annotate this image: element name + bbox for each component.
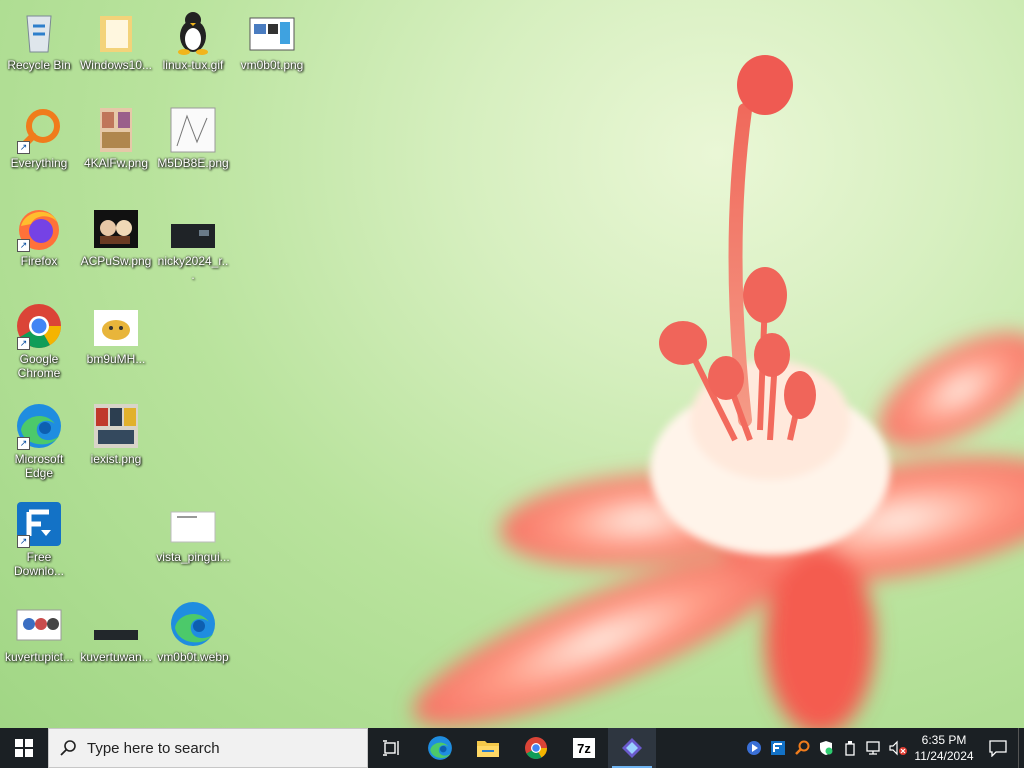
task-view-icon xyxy=(383,740,399,756)
desktop-icon-nicky2024[interactable]: nicky2024_r... xyxy=(154,204,232,282)
desktop-icon-windows10-folder[interactable]: Windows10... xyxy=(77,8,155,72)
free-download-manager-icon: ↗ xyxy=(15,500,63,548)
desktop-icon-m5db8e-png[interactable]: M5DB8E.png xyxy=(154,106,232,170)
taskbar-running-app-button[interactable] xyxy=(608,728,656,768)
desktop-icon-recycle-bin[interactable]: Recycle Bin xyxy=(0,8,78,72)
system-tray: 6:35 PM 11/24/2024 xyxy=(742,728,1024,768)
shield-icon xyxy=(820,741,833,755)
image-thumbnail-icon xyxy=(92,204,140,252)
folder-icon xyxy=(92,8,140,56)
usb-drive-icon xyxy=(845,741,855,756)
edge-icon xyxy=(169,600,217,648)
desktop-icon-linux-tux[interactable]: linux-tux.gif xyxy=(154,8,232,72)
image-thumbnail-icon xyxy=(92,600,140,648)
taskbar-7zip-button[interactable]: 7z xyxy=(560,728,608,768)
taskbar-clock[interactable]: 6:35 PM 11/24/2024 xyxy=(910,732,978,764)
show-desktop-button[interactable] xyxy=(1018,728,1024,768)
edge-icon xyxy=(428,736,452,760)
tux-penguin-icon xyxy=(169,8,217,56)
taskbar-file-explorer-button[interactable] xyxy=(464,728,512,768)
play-circle-icon xyxy=(747,741,761,755)
chrome-icon: ↗ xyxy=(15,302,63,350)
notification-center-button[interactable] xyxy=(978,728,1018,768)
tray-security-icon[interactable] xyxy=(814,728,838,768)
desktop-icon-acpusw-png[interactable]: ACPuSw.png xyxy=(77,204,155,268)
desktop-icon-4kalfw-png[interactable]: 4KAlFw.png xyxy=(77,106,155,170)
taskbar-search-box[interactable]: Type here to search xyxy=(48,728,368,768)
image-thumbnail-icon xyxy=(169,106,217,154)
shortcut-arrow-icon: ↗ xyxy=(17,141,30,154)
task-view-button[interactable] xyxy=(368,728,416,768)
start-button[interactable] xyxy=(0,728,48,768)
taskbar-chrome-button[interactable] xyxy=(512,728,560,768)
image-thumbnail-icon xyxy=(92,402,140,450)
desktop-icon-iexist-png[interactable]: iexist.png xyxy=(77,402,155,466)
7zip-icon: 7z xyxy=(573,738,595,758)
tray-usb-icon[interactable] xyxy=(838,728,862,768)
desktop-icon-firefox[interactable]: ↗ Firefox xyxy=(0,204,78,268)
recycle-bin-icon xyxy=(15,8,63,56)
free-download-manager-icon xyxy=(771,741,785,755)
desktop-icon-google-chrome[interactable]: ↗ Google Chrome xyxy=(0,302,78,380)
tray-network-icon[interactable] xyxy=(862,728,886,768)
desktop-icon-vista-pingui[interactable]: vista_pingui... xyxy=(154,500,232,564)
desktop-icon-vm0b0t-webp[interactable]: vm0b0t.webp xyxy=(154,600,232,664)
everything-search-icon: ↗ xyxy=(15,106,63,154)
volume-muted-icon xyxy=(889,740,907,756)
edge-icon: ↗ xyxy=(15,402,63,450)
image-thumbnail-icon xyxy=(92,302,140,350)
desktop-icon-kuvertuwan[interactable]: kuvertuwan... xyxy=(77,600,155,664)
app-icon xyxy=(622,738,642,758)
tray-download-manager-icon[interactable] xyxy=(766,728,790,768)
desktop-icon-microsoft-edge[interactable]: ↗ Microsoft Edge xyxy=(0,402,78,480)
windows-logo-icon xyxy=(15,739,33,757)
network-icon xyxy=(866,741,880,755)
file-explorer-icon xyxy=(477,741,499,757)
taskbar: Type here to search 7z 6:35 PM 11/24/202… xyxy=(0,728,1024,768)
image-thumbnail-icon xyxy=(169,204,217,252)
notification-icon xyxy=(989,740,1007,757)
chrome-icon xyxy=(525,737,547,759)
tray-media-icon[interactable] xyxy=(742,728,766,768)
search-placeholder: Type here to search xyxy=(87,739,220,757)
firefox-icon: ↗ xyxy=(15,204,63,252)
shortcut-arrow-icon: ↗ xyxy=(17,535,30,548)
clock-date: 11/24/2024 xyxy=(914,749,974,763)
image-thumbnail-icon xyxy=(248,8,296,56)
image-thumbnail-icon xyxy=(169,500,217,548)
desktop-icon-vm0b0t-png[interactable]: vm0b0t.png xyxy=(233,8,311,72)
taskbar-edge-button[interactable] xyxy=(416,728,464,768)
shortcut-arrow-icon: ↗ xyxy=(17,437,30,450)
desktop-icon-kuvertupict[interactable]: kuvertupict... xyxy=(0,600,78,664)
image-thumbnail-icon xyxy=(15,600,63,648)
shortcut-arrow-icon: ↗ xyxy=(17,239,30,252)
shortcut-arrow-icon: ↗ xyxy=(17,337,30,350)
clock-time: 6:35 PM xyxy=(921,733,967,747)
tray-volume-icon[interactable] xyxy=(886,728,910,768)
image-thumbnail-icon xyxy=(92,106,140,154)
tray-everything-icon[interactable] xyxy=(790,728,814,768)
desktop-icon-bm9umh[interactable]: bm9uMH... xyxy=(77,302,155,366)
desktop-icon-free-download-manager[interactable]: ↗ Free Downlo... xyxy=(0,500,78,578)
everything-search-icon xyxy=(795,740,810,755)
search-icon xyxy=(60,740,76,756)
desktop-icon-everything[interactable]: ↗ Everything xyxy=(0,106,78,170)
